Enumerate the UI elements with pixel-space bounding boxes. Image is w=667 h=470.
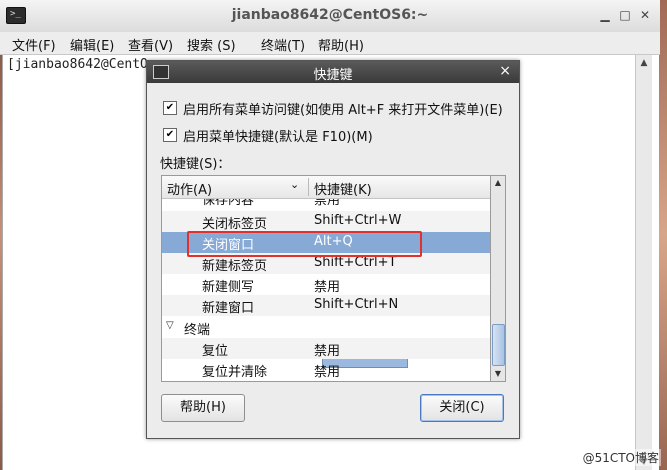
dialog-title: 快捷键 (313, 68, 353, 83)
minimize-icon[interactable]: ▁ (598, 8, 612, 22)
close-icon[interactable]: × (499, 63, 511, 79)
help-button[interactable]: 帮助(H) (161, 394, 245, 422)
row-shortcut: 禁用 (314, 280, 341, 295)
row-action: 新建标签页 (202, 259, 268, 274)
row-action: 终端 (184, 323, 211, 338)
row-action: 新建侧写 (202, 280, 255, 295)
scroll-up-icon[interactable]: ▲ (492, 177, 504, 189)
maximize-icon[interactable]: □ (618, 8, 632, 22)
shortcuts-tree[interactable]: 动作(A) ⌄ 快捷键(K) 保存内容 禁用 关闭标签页 Shift+Ctrl+… (161, 175, 491, 382)
column-divider (308, 178, 309, 196)
tree-row[interactable]: 新建窗口 Shift+Ctrl+N (162, 295, 490, 316)
tree-row[interactable]: 保存内容 禁用 (162, 199, 490, 211)
watermark: @51CTO博客 (580, 449, 661, 466)
tree-row[interactable]: 关闭标签页 Shift+Ctrl+W (162, 211, 490, 232)
row-action: 复位并清除 (202, 365, 268, 380)
window-title: jianbao8642@CentOS6:~ (231, 7, 429, 23)
column-shortcut[interactable]: 快捷键(K) (314, 179, 372, 198)
tree-row[interactable]: 复位 禁用 (162, 338, 490, 359)
menubar: 文件(F) 编辑(E) 查看(V) 搜索 (S) 终端(T) 帮助(H) (0, 32, 660, 55)
menu-file[interactable]: 文件(F) (12, 35, 56, 54)
scrollbar-thumb[interactable] (492, 324, 505, 366)
row-shortcut: 禁用 (314, 344, 341, 359)
terminal-titlebar: >_ jianbao8642@CentOS6:~ ▁ □ ✕ (0, 0, 660, 33)
tree-row[interactable]: 复位并清除 禁用 (162, 359, 490, 380)
dialog-titlebar: 快捷键 × (147, 61, 519, 83)
row-action: 新建窗口 (202, 301, 255, 316)
terminal-prompt: [jianbao8642@CentO (7, 57, 148, 72)
row-action: 复位 (202, 344, 229, 359)
desktop-background-right (659, 0, 667, 470)
shortcuts-dialog: 快捷键 × ✔ 启用所有菜单访问键(如使用 Alt+F 来打开文件菜单)(E) … (146, 60, 520, 439)
enable-mnemonics-checkbox[interactable]: ✔ (163, 101, 177, 115)
row-shortcut: Shift+Ctrl+N (314, 297, 399, 312)
chevron-down-icon[interactable]: ⌄ (290, 178, 299, 191)
terminal-scrollbar[interactable]: ▲ ▼ (635, 55, 652, 470)
enable-menu-accel-label[interactable]: 启用菜单快捷键(默认是 F10)(M) (183, 126, 373, 145)
menu-help[interactable]: 帮助(H) (318, 35, 364, 54)
tree-group-row[interactable]: ▽ 终端 (162, 317, 490, 338)
scroll-up-icon[interactable]: ▲ (638, 57, 650, 69)
enable-mnemonics-label[interactable]: 启用所有菜单访问键(如使用 Alt+F 来打开文件菜单)(E) (183, 99, 503, 118)
row-shortcut: Shift+Ctrl+T (314, 255, 397, 270)
row-action: 关闭标签页 (202, 217, 268, 232)
row-shortcut: Shift+Ctrl+W (314, 213, 402, 228)
tree-row[interactable]: 新建侧写 禁用 (162, 274, 490, 295)
tree-header: 动作(A) ⌄ 快捷键(K) (162, 176, 490, 199)
row-shortcut: 禁用 (314, 365, 341, 380)
close-icon[interactable]: ✕ (638, 8, 652, 22)
row-action: 保存内容 (202, 199, 255, 208)
column-action[interactable]: 动作(A) (167, 179, 212, 198)
menu-view[interactable]: 查看(V) (128, 35, 173, 54)
highlight-annotation-box (187, 231, 422, 257)
enable-menu-accel-checkbox[interactable]: ✔ (163, 128, 177, 142)
close-button[interactable]: 关闭(C) (420, 394, 504, 422)
scroll-down-icon[interactable]: ▼ (492, 368, 504, 380)
menu-edit[interactable]: 编辑(E) (70, 35, 114, 54)
shortcuts-section-label: 快捷键(S)： (160, 157, 231, 172)
menu-search[interactable]: 搜索 (S) (187, 35, 236, 54)
tree-scrollbar[interactable]: ▲ ▼ (490, 175, 506, 382)
row-shortcut: 禁用 (314, 199, 341, 208)
expander-open-icon[interactable]: ▽ (166, 320, 174, 331)
menu-terminal[interactable]: 终端(T) (261, 35, 305, 54)
